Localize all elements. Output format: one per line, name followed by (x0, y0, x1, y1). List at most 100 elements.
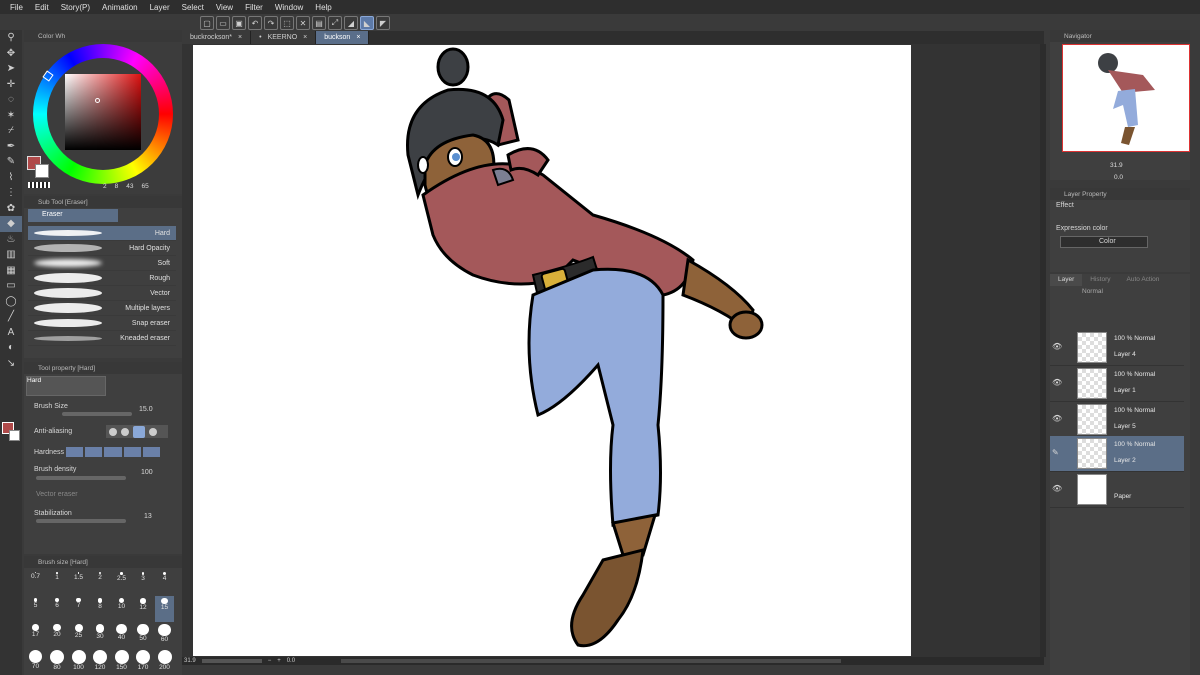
brush-size-option[interactable]: 7 (69, 596, 88, 622)
sub-tool-group-eraser[interactable]: Eraser (28, 209, 118, 222)
sub-tool-multiple-layers[interactable]: Multiple layers (28, 301, 176, 316)
brush-size-option[interactable]: 20 (48, 622, 67, 648)
brush-icon[interactable]: ⌇ (0, 170, 22, 186)
close-icon[interactable]: × (356, 34, 360, 41)
brush-density-value[interactable]: 100 (141, 469, 153, 476)
close-icon[interactable]: × (303, 34, 307, 41)
tab-auto-action[interactable]: Auto Action (1119, 274, 1168, 286)
brush-size-option[interactable]: 40 (112, 622, 131, 648)
eraser-icon[interactable]: ◆ (0, 216, 22, 232)
brush-density-slider[interactable] (36, 476, 126, 480)
snap-special-ruler-icon[interactable]: ◣ (360, 16, 374, 30)
sub-color-chip[interactable] (35, 164, 49, 178)
correct-line-icon[interactable]: ↘ (0, 356, 22, 372)
brush-size-option[interactable]: 100 (69, 648, 88, 674)
canvas-paper[interactable] (193, 45, 911, 656)
brush-size-option[interactable]: 200 (155, 648, 174, 674)
decoration-icon[interactable]: ✿ (0, 201, 22, 217)
navigator-rotation[interactable]: 0.0 (1114, 174, 1123, 181)
layer-row[interactable]: 👁 100 % Normal Layer 1 (1050, 366, 1184, 402)
tab-history[interactable]: History (1082, 274, 1118, 286)
brush-size-option[interactable]: 50 (134, 622, 153, 648)
navigator-zoom[interactable]: 31.9 (1110, 162, 1123, 169)
sub-color-swatch[interactable] (9, 430, 20, 441)
brush-size-option[interactable]: 70 (26, 648, 45, 674)
sub-tool-snap-eraser[interactable]: Snap eraser (28, 316, 176, 331)
zoom-in-icon[interactable]: + (277, 658, 281, 664)
brush-size-option[interactable]: 4 (155, 570, 174, 596)
eye-icon[interactable]: 👁 (1052, 484, 1062, 493)
aa-none-icon[interactable] (109, 427, 117, 436)
brush-size-option[interactable]: 17 (26, 622, 45, 648)
move-layer-icon[interactable]: ✛ (0, 77, 22, 93)
zoom-icon[interactable]: ⚲ (0, 30, 22, 46)
menu-window[interactable]: Window (269, 3, 309, 12)
layer-row[interactable]: 👁 100 % Normal Layer 5 (1050, 402, 1184, 438)
brush-size-option[interactable]: 15 (155, 596, 174, 622)
clear-icon[interactable]: ✕ (296, 16, 310, 30)
layer-row-selected[interactable]: ✎ 100 % Normal Layer 2 (1050, 436, 1184, 472)
tab-layer[interactable]: Layer (1050, 274, 1083, 286)
saturation-value-box[interactable] (65, 74, 141, 150)
menu-view[interactable]: View (210, 3, 239, 12)
stabilization-slider[interactable] (36, 519, 126, 523)
brush-size-option[interactable]: 120 (91, 648, 110, 674)
navigator-thumbnail[interactable] (1062, 44, 1190, 152)
brush-size-option[interactable]: 150 (112, 648, 131, 674)
balloon-icon[interactable]: ◐ (0, 340, 22, 356)
deselect-icon[interactable]: ⬚ (280, 16, 294, 30)
redo-icon[interactable]: ↷ (264, 16, 278, 30)
new-file-icon[interactable]: ▢ (200, 16, 214, 30)
brush-size-option[interactable]: 30 (91, 622, 110, 648)
undo-icon[interactable]: ↶ (248, 16, 262, 30)
brush-size-slider[interactable] (62, 412, 132, 416)
menu-select[interactable]: Select (176, 3, 210, 12)
move-icon[interactable]: ✥ (0, 46, 22, 62)
blend-mode-select[interactable]: Normal (1078, 288, 1126, 298)
brush-size-option[interactable]: 1.5 (69, 570, 88, 596)
figure-icon[interactable]: ▭ (0, 278, 22, 294)
brush-size-option[interactable]: 80 (48, 648, 67, 674)
canvas-vertical-scrollbar[interactable] (1040, 44, 1046, 657)
eyedropper-icon[interactable]: ⌿ (0, 123, 22, 139)
menu-animation[interactable]: Animation (96, 3, 144, 12)
brush-size-option[interactable]: 8 (91, 596, 110, 622)
rotation-value[interactable]: 0.0 (287, 658, 295, 664)
eye-icon[interactable]: 👁 (1052, 342, 1062, 351)
aa-medium-icon[interactable] (133, 425, 145, 438)
eye-icon[interactable]: 👁 (1052, 414, 1062, 423)
horizontal-scrollbar[interactable] (341, 659, 842, 663)
color-picker-marker[interactable] (95, 98, 100, 103)
save-icon[interactable]: ▣ (232, 16, 246, 30)
hardness-selector[interactable] (66, 447, 161, 457)
menu-help[interactable]: Help (309, 3, 337, 12)
brush-size-option[interactable]: 2 (91, 570, 110, 596)
brush-size-option[interactable]: 6 (48, 596, 67, 622)
airbrush-icon[interactable]: ⋮ (0, 185, 22, 201)
zoom-slider[interactable] (201, 659, 262, 663)
open-file-icon[interactable]: ▭ (216, 16, 230, 30)
sub-tool-kneaded-eraser[interactable]: Kneaded eraser (28, 331, 176, 346)
layer-row[interactable]: 👁 100 % Normal Layer 4 (1050, 330, 1184, 366)
brush-size-option[interactable]: 2.5 (112, 570, 131, 596)
ruler-icon[interactable]: ╱ (0, 309, 22, 325)
transform-icon[interactable]: ⤢ (328, 16, 342, 30)
snap-ruler-icon[interactable]: ◢ (344, 16, 358, 30)
zoom-out-icon[interactable]: − (268, 658, 272, 664)
snap-grid-icon[interactable]: ◤ (376, 16, 390, 30)
vector-eraser-label[interactable]: Vector eraser (36, 491, 78, 498)
zoom-value[interactable]: 31.9 (184, 658, 196, 664)
brush-size-option[interactable]: 3 (134, 570, 153, 596)
tab-keerno[interactable]: • KEERNO × (251, 31, 317, 44)
sub-tool-hard-opacity[interactable]: Hard Opacity (28, 241, 176, 256)
text-icon[interactable]: A (0, 325, 22, 341)
brush-size-option[interactable]: 10 (112, 596, 131, 622)
pencil-icon[interactable]: ✎ (0, 154, 22, 170)
pen-icon[interactable]: ✒ (0, 139, 22, 155)
aa-strong-icon[interactable] (149, 427, 157, 436)
brush-size-option[interactable]: 0.7 (26, 570, 45, 596)
menu-layer[interactable]: Layer (144, 3, 176, 12)
close-icon[interactable]: × (238, 34, 242, 41)
brush-size-option[interactable]: 12 (134, 596, 153, 622)
gradient-icon[interactable]: ▦ (0, 263, 22, 279)
